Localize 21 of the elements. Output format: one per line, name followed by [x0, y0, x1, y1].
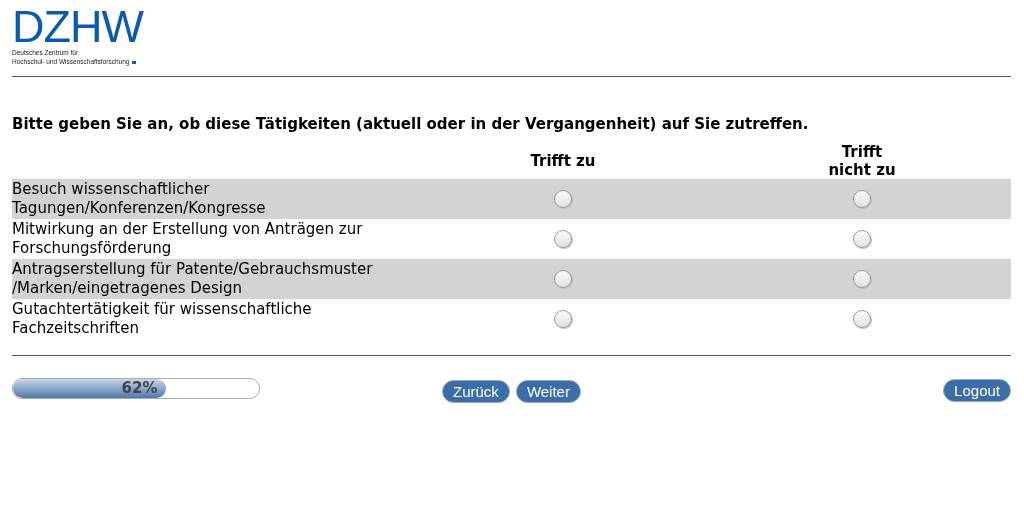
logout-button[interactable]: Logout: [943, 379, 1011, 402]
logo-wordmark: DZHW: [12, 8, 145, 46]
radio-button[interactable]: [853, 270, 871, 288]
nav-button[interactable]: Zurück: [442, 380, 510, 403]
question-text: Bitte geben Sie an, ob diese Tätigkeiten (aktuell oder in der Vergangenheit) auf Sie zutreffen.: [12, 115, 810, 133]
column-header: Trifft nicht zu: [827, 143, 897, 179]
radio-button[interactable]: [554, 270, 572, 288]
statement-label: Mitwirkung an der Erstellung von Anträgen zur Forschungsförderung: [12, 220, 363, 257]
radio-button[interactable]: [853, 230, 871, 248]
radio-button[interactable]: [554, 190, 572, 208]
square-icon: [132, 61, 137, 64]
statement-label: Besuch wissenschaftlicher Tagungen/Konferenzen/Kongresse: [12, 180, 266, 217]
progress-reading: 62%: [120, 379, 159, 398]
radio-button[interactable]: [853, 310, 871, 328]
radio-button[interactable]: [554, 310, 572, 328]
nav-button[interactable]: Weiter: [515, 380, 581, 403]
statement-label: Antragserstellung für Patente/Gebrauchsmuster /Marken/eingetragenes Design: [12, 260, 373, 297]
radio-button[interactable]: [853, 190, 871, 208]
radio-button[interactable]: [554, 230, 572, 248]
column-header: Trifft zu: [529, 152, 597, 170]
statement-label: Gutachtertätigkeit für wissenschaftliche Fachzeitschriften: [12, 300, 312, 337]
